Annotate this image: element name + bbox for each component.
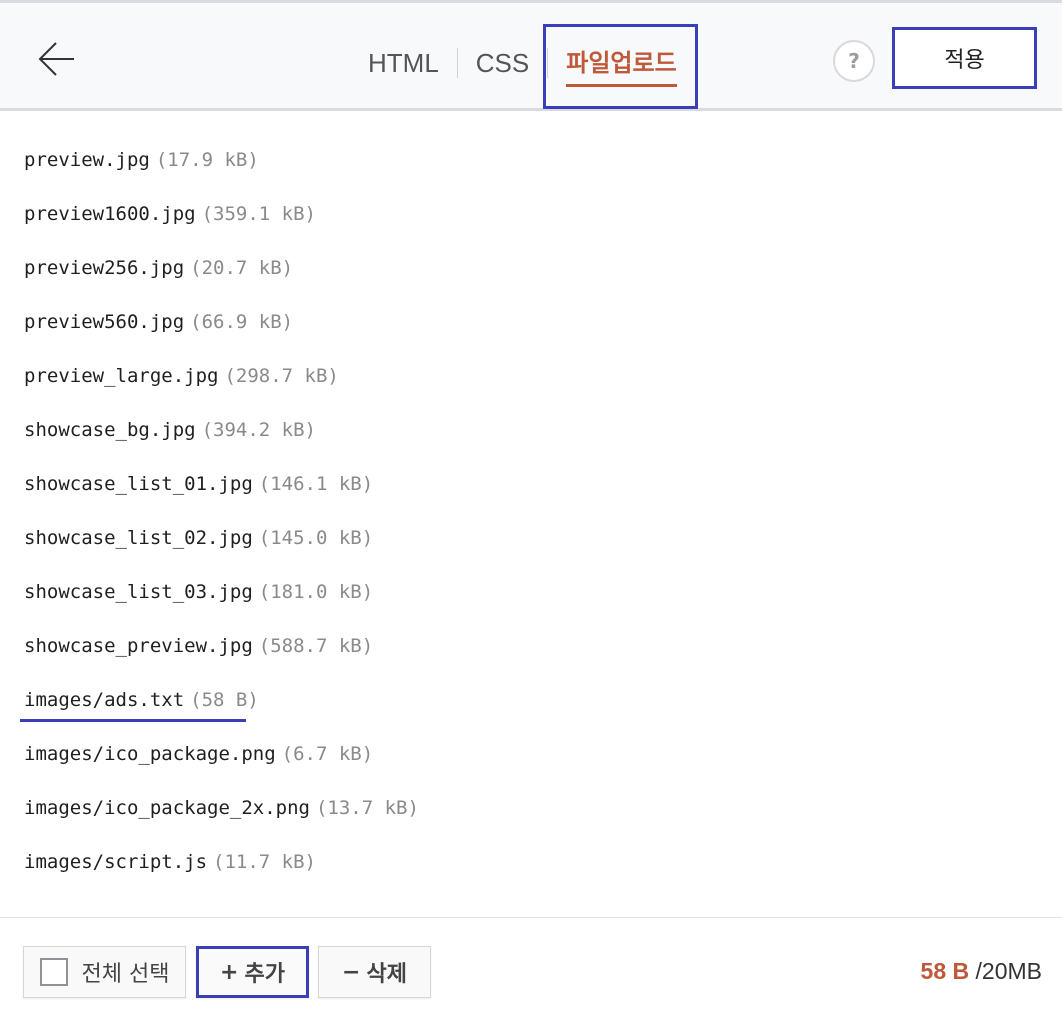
select-all-checkbox[interactable] xyxy=(39,958,68,986)
usage-used: 58 B xyxy=(920,958,970,984)
file-size: (298.7 kB) xyxy=(224,365,339,387)
delete-file-button[interactable]: − 삭제 xyxy=(318,946,431,998)
file-item[interactable]: showcase_list_02.jpg (145.0 kB) xyxy=(24,511,1024,565)
file-size: (6.7 kB) xyxy=(281,743,374,765)
file-size: (58 B) xyxy=(190,689,259,711)
file-name: preview.jpg xyxy=(24,149,150,171)
tab-bar: HTML CSS 파일업로드 xyxy=(360,43,685,87)
file-item[interactable]: images/script.js (11.7 kB) xyxy=(24,835,1024,889)
help-button[interactable]: ? xyxy=(833,40,875,82)
add-file-button[interactable]: + 추가 xyxy=(196,946,309,998)
apply-button[interactable]: 적용 xyxy=(892,27,1037,89)
file-item-selected[interactable]: images/ads.txt (58 B) xyxy=(20,673,1024,727)
file-name: preview256.jpg xyxy=(24,257,185,279)
file-name: preview_large.jpg xyxy=(24,365,219,387)
file-name: preview560.jpg xyxy=(24,311,185,333)
editor-header: HTML CSS 파일업로드 ? 적용 xyxy=(0,0,1062,111)
file-name: images/script.js xyxy=(24,851,208,873)
plus-icon: + xyxy=(220,959,239,985)
minus-icon: − xyxy=(342,959,361,985)
file-size: (66.9 kB) xyxy=(190,311,294,333)
selection-underline xyxy=(20,719,246,722)
delete-label: 삭제 xyxy=(366,962,407,987)
file-size: (145.0 kB) xyxy=(258,527,374,549)
file-size: (359.1 kB) xyxy=(201,203,316,225)
file-item[interactable]: showcase_preview.jpg (588.7 kB) xyxy=(24,619,1024,673)
file-item[interactable]: showcase_list_03.jpg (181.0 kB) xyxy=(24,565,1024,619)
file-item[interactable]: preview_large.jpg (298.7 kB) xyxy=(24,349,1024,403)
back-button[interactable] xyxy=(34,37,78,81)
file-name: showcase_list_03.jpg xyxy=(24,581,253,603)
file-item[interactable]: showcase_bg.jpg (394.2 kB) xyxy=(24,403,1024,457)
file-item[interactable]: preview256.jpg (20.7 kB) xyxy=(24,241,1024,295)
file-name: showcase_bg.jpg xyxy=(24,419,196,441)
tab-divider xyxy=(456,48,458,78)
file-size: (181.0 kB) xyxy=(258,581,374,603)
arrow-left-icon xyxy=(38,42,74,76)
select-all-button[interactable]: 전체 선택 xyxy=(23,946,186,998)
file-item[interactable]: images/ico_package.png (6.7 kB) xyxy=(24,727,1024,781)
tab-file-upload[interactable]: 파일업로드 xyxy=(558,43,684,87)
file-name: showcase_list_01.jpg xyxy=(24,473,253,495)
file-item[interactable]: preview.jpg (17.9 kB) xyxy=(24,133,1024,187)
file-name: images/ico_package_2x.png xyxy=(24,797,310,819)
file-size: (13.7 kB) xyxy=(315,797,419,819)
file-actions-footer: 전체 선택 + 추가 − 삭제 58 B /20MB xyxy=(0,917,1062,1015)
file-size: (20.7 kB) xyxy=(190,257,294,279)
file-list: preview.jpg (17.9 kB) preview1600.jpg (3… xyxy=(20,133,1024,889)
file-name: images/ico_package.png xyxy=(24,743,276,765)
file-item[interactable]: preview560.jpg (66.9 kB) xyxy=(24,295,1024,349)
file-item[interactable]: preview1600.jpg (359.1 kB) xyxy=(24,187,1024,241)
file-size: (394.2 kB) xyxy=(201,419,316,441)
file-size: (588.7 kB) xyxy=(258,635,374,657)
file-name: showcase_list_02.jpg xyxy=(24,527,253,549)
file-size: (17.9 kB) xyxy=(155,149,259,171)
tab-html[interactable]: HTML xyxy=(360,43,447,83)
tab-css[interactable]: CSS xyxy=(468,43,537,83)
select-all-label: 전체 선택 xyxy=(81,962,170,987)
add-label: 추가 xyxy=(244,962,285,987)
file-item[interactable]: images/ico_package_2x.png (13.7 kB) xyxy=(24,781,1024,835)
file-name: preview1600.jpg xyxy=(24,203,196,225)
file-size: (11.7 kB) xyxy=(213,851,316,873)
usage-total: 20MB xyxy=(981,958,1042,984)
file-name: images/ads.txt xyxy=(24,689,185,711)
tab-divider xyxy=(547,48,549,78)
storage-usage: 58 B /20MB xyxy=(921,958,1042,985)
file-name: showcase_preview.jpg xyxy=(24,635,253,657)
file-item[interactable]: showcase_list_01.jpg (146.1 kB) xyxy=(24,457,1024,511)
file-size: (146.1 kB) xyxy=(258,473,374,495)
